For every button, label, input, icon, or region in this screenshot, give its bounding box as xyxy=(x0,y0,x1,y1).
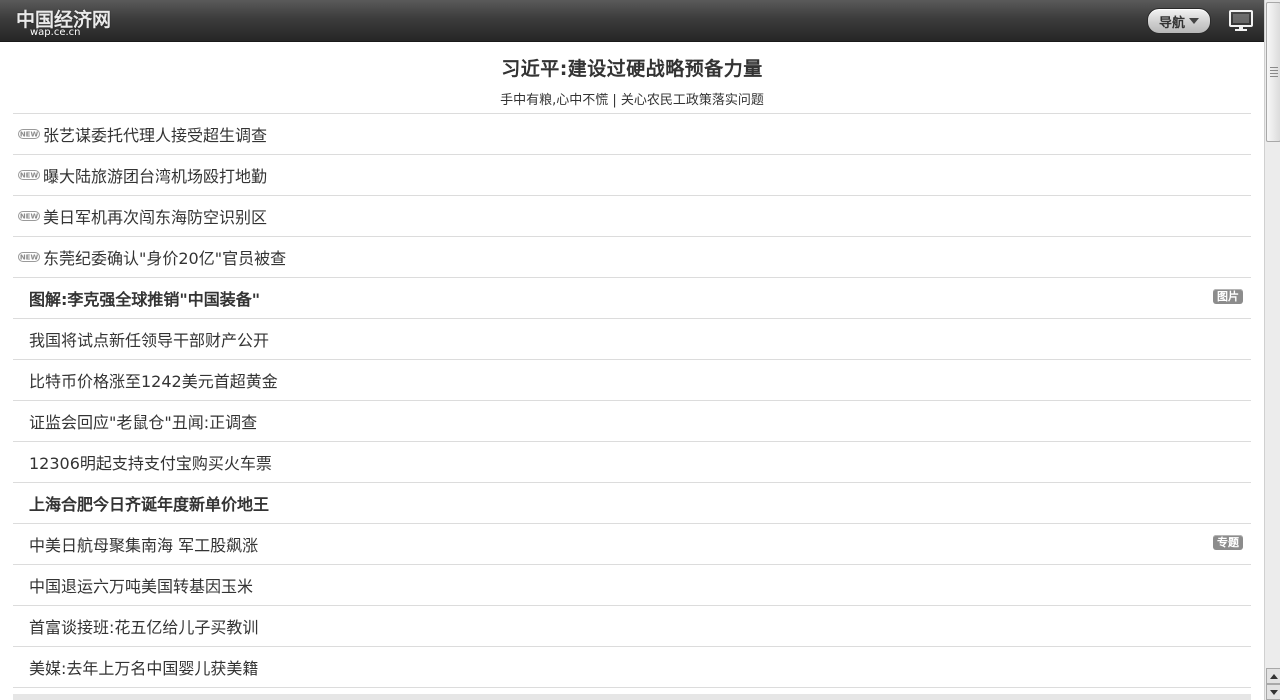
desktop-monitor-icon[interactable] xyxy=(1228,9,1254,33)
logo-url: wap.ce.cn xyxy=(30,27,81,38)
news-item[interactable]: 证监会回应"老鼠仓"丑闻:正调查 xyxy=(13,401,1251,442)
page-headline[interactable]: 习近平:建设过硬战略预备力量 xyxy=(13,54,1251,81)
bottom-divider xyxy=(13,694,1251,700)
vertical-scrollbar[interactable] xyxy=(1264,0,1280,700)
scroll-down-button[interactable] xyxy=(1266,684,1280,700)
site-logo[interactable]: 中国经济网 wap.ce.cn xyxy=(16,5,111,39)
news-title[interactable]: 中美日航母聚集南海 军工股飙涨 xyxy=(29,532,258,556)
headline-subtitle[interactable]: 手中有粮,心中不慌 | 关心农民工政策落实问题 xyxy=(13,89,1251,108)
news-list: NEW 张艺谋委托代理人接受超生调查 NEW 曝大陆旅游团台湾机场殴打地勤 NEW 美日军… xyxy=(13,114,1251,688)
news-title[interactable]: 比特币价格涨至1242美元首超黄金 xyxy=(29,368,278,392)
svg-text:NEW: NEW xyxy=(20,254,39,262)
news-title[interactable]: 证监会回应"老鼠仓"丑闻:正调查 xyxy=(29,409,257,433)
news-item[interactable]: 中美日航母聚集南海 军工股飙涨 专题 xyxy=(13,524,1251,565)
new-badge-icon: NEW xyxy=(18,170,40,180)
news-item[interactable]: NEW 东莞纪委确认"身价20亿"官员被查 xyxy=(13,237,1251,278)
scroll-up-button[interactable] xyxy=(1266,668,1280,684)
nav-button[interactable]: 导航 xyxy=(1147,8,1211,34)
news-title[interactable]: 曝大陆旅游团台湾机场殴打地勤 xyxy=(43,163,267,187)
new-badge-icon: NEW xyxy=(18,211,40,221)
news-item[interactable]: NEW 曝大陆旅游团台湾机场殴打地勤 xyxy=(13,155,1251,196)
news-title[interactable]: 上海合肥今日齐诞年度新单价地王 xyxy=(29,491,269,515)
news-title[interactable]: 美媒:去年上万名中国婴儿获美籍 xyxy=(29,655,258,679)
news-item[interactable]: 我国将试点新任领导干部财产公开 xyxy=(13,319,1251,360)
news-item[interactable]: 中国退运六万吨美国转基因玉米 xyxy=(13,565,1251,606)
news-title[interactable]: 美日军机再次闯东海防空识别区 xyxy=(43,204,267,228)
nav-button-label: 导航 xyxy=(1158,15,1185,31)
new-badge-icon: NEW xyxy=(18,252,40,262)
caret-down-icon xyxy=(1189,18,1199,24)
svg-text:NEW: NEW xyxy=(20,172,39,180)
news-title[interactable]: 张艺谋委托代理人接受超生调查 xyxy=(43,122,267,146)
scrollbar-thumb[interactable] xyxy=(1266,2,1280,142)
news-item[interactable]: 图解:李克强全球推销"中国装备" 图片 xyxy=(13,278,1251,319)
arrow-down-icon xyxy=(1270,689,1278,695)
news-title[interactable]: 图解:李克强全球推销"中国装备" xyxy=(29,286,260,310)
news-title[interactable]: 中国退运六万吨美国转基因玉米 xyxy=(29,573,253,597)
svg-text:NEW: NEW xyxy=(20,213,39,221)
scroll-grip-icon xyxy=(1270,67,1278,79)
news-item[interactable]: 首富谈接班:花五亿给儿子买教训 xyxy=(13,606,1251,647)
news-item[interactable]: NEW 张艺谋委托代理人接受超生调查 xyxy=(13,114,1251,155)
news-item[interactable]: 上海合肥今日齐诞年度新单价地王 xyxy=(13,483,1251,524)
news-title[interactable]: 我国将试点新任领导干部财产公开 xyxy=(29,327,269,351)
svg-text:NEW: NEW xyxy=(20,131,39,139)
news-title[interactable]: 首富谈接班:花五亿给儿子买教训 xyxy=(29,614,258,638)
top-headline-block: 习近平:建设过硬战略预备力量 手中有粮,心中不慌 | 关心农民工政策落实问题 xyxy=(13,42,1251,114)
news-item[interactable]: 美媒:去年上万名中国婴儿获美籍 xyxy=(13,647,1251,688)
category-tag: 专题 xyxy=(1213,535,1243,550)
top-bar: 中国经济网 wap.ce.cn 导航 xyxy=(0,0,1264,42)
new-badge-icon: NEW xyxy=(18,129,40,139)
news-item[interactable]: 比特币价格涨至1242美元首超黄金 xyxy=(13,360,1251,401)
news-title[interactable]: 东莞纪委确认"身价20亿"官员被查 xyxy=(43,245,286,269)
category-tag: 图片 xyxy=(1213,289,1243,304)
news-item[interactable]: NEW 美日军机再次闯东海防空识别区 xyxy=(13,196,1251,237)
news-title[interactable]: 12306明起支持支付宝购买火车票 xyxy=(29,450,272,474)
arrow-up-icon xyxy=(1270,673,1278,679)
news-item[interactable]: 12306明起支持支付宝购买火车票 xyxy=(13,442,1251,483)
